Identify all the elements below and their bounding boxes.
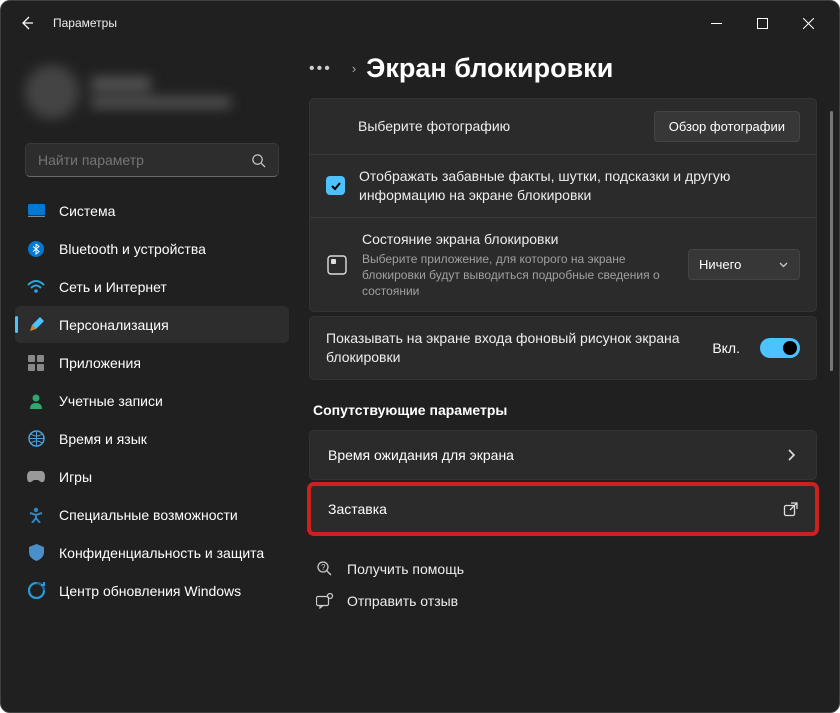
status-select[interactable]: Ничего [688,249,800,280]
sidebar-item-label: Время и язык [59,431,147,447]
sidebar-item-windows-update[interactable]: Центр обновления Windows [15,572,289,609]
funfacts-label: Отображать забавные факты, шутки, подска… [359,167,800,205]
help-icon: ? [315,560,335,577]
avatar [25,65,79,119]
maximize-icon [757,18,768,29]
scrollbar[interactable] [829,109,833,692]
svg-text:?: ? [321,563,326,572]
get-help-label: Получить помощь [347,561,464,577]
screensaver-label: Заставка [328,501,387,517]
status-sub: Выберите приложение, для которого на экр… [362,251,678,300]
related-section-title: Сопутствующие параметры [313,402,817,418]
sidebar-item-system[interactable]: Система [15,192,289,229]
feedback-icon [315,593,335,609]
time-language-icon [27,430,45,448]
accessibility-icon [27,506,45,524]
status-row: Состояние экрана блокировки Выберите при… [310,218,816,311]
system-icon [27,202,45,220]
sidebar-item-network[interactable]: Сеть и Интернет [15,268,289,305]
wifi-icon [27,278,45,296]
windows-update-icon [27,582,45,600]
signin-bg-label: Показывать на экране входа фоновый рисун… [326,329,712,367]
window-title: Параметры [53,16,117,30]
sidebar-item-accounts[interactable]: Учетные записи [15,382,289,419]
sidebar-item-time-language[interactable]: Время и язык [15,420,289,457]
sidebar-item-label: Персонализация [59,317,169,333]
signin-bg-row: Показывать на экране входа фоновый рисун… [310,317,816,379]
open-external-icon [783,502,798,517]
sidebar-item-label: Конфиденциальность и защита [59,545,264,561]
sidebar-item-apps[interactable]: Приложения [15,344,289,381]
browse-photo-button[interactable]: Обзор фотографии [654,111,800,142]
sidebar-item-label: Bluetooth и устройства [59,241,206,257]
nav: Система Bluetooth и устройства Сеть и Ин… [7,191,297,610]
search-icon [251,153,266,168]
check-icon [330,180,342,192]
settings-window: Параметры [0,0,840,713]
maximize-button[interactable] [739,7,785,39]
back-button[interactable] [9,5,45,41]
status-title: Состояние экрана блокировки [362,230,678,249]
sidebar-item-personalization[interactable]: Персонализация [15,306,289,343]
funfacts-row: Отображать забавные факты, шутки, подска… [310,155,816,218]
sidebar-item-label: Учетные записи [59,393,163,409]
sidebar-item-label: Центр обновления Windows [59,583,241,599]
chevron-right-icon [784,448,798,462]
screensaver-link[interactable]: Заставка [309,484,817,534]
window-controls [693,7,831,39]
content: Система Bluetooth и устройства Сеть и Ин… [1,45,839,712]
minimize-button[interactable] [693,7,739,39]
main: ••• › Экран блокировки Выберите фотограф… [303,45,839,712]
lockscreen-card: Выберите фотографию Обзор фотографии Ото… [309,98,817,312]
search-input[interactable] [38,152,251,168]
accounts-icon [27,392,45,410]
sidebar-item-label: Приложения [59,355,141,371]
give-feedback-link[interactable]: Отправить отзыв [309,585,817,617]
breadcrumb-ellipsis[interactable]: ••• [309,60,332,78]
gaming-icon [27,468,45,486]
screen-timeout-link[interactable]: Время ожидания для экрана [309,430,817,480]
arrow-left-icon [19,15,35,31]
minimize-icon [711,18,722,29]
titlebar: Параметры [1,1,839,45]
signin-bg-toggle[interactable] [760,338,800,358]
sidebar: Система Bluetooth и устройства Сеть и Ин… [1,45,303,712]
sidebar-item-label: Игры [59,469,92,485]
personalization-icon [27,316,45,334]
screen-timeout-label: Время ожидания для экрана [328,447,514,463]
privacy-icon [27,544,45,562]
close-icon [803,18,814,29]
sidebar-item-label: Сеть и Интернет [59,279,167,295]
sidebar-item-privacy[interactable]: Конфиденциальность и защита [15,534,289,571]
give-feedback-label: Отправить отзыв [347,593,458,609]
chevron-right-icon: › [352,61,356,76]
get-help-link[interactable]: ? Получить помощь [309,552,817,585]
scrollbar-thumb[interactable] [830,111,833,371]
choose-photo-label: Выберите фотографию [326,117,644,136]
sidebar-item-label: Система [59,203,115,219]
search-box[interactable] [25,143,279,177]
sidebar-item-label: Специальные возможности [59,507,238,523]
signin-bg-card: Показывать на экране входа фоновый рисун… [309,316,817,380]
footer-links: ? Получить помощь Отправить отзыв [309,552,817,617]
sidebar-item-bluetooth[interactable]: Bluetooth и устройства [15,230,289,267]
toggle-state-label: Вкл. [712,340,740,356]
funfacts-checkbox[interactable] [326,176,345,195]
breadcrumb: ••• › Экран блокировки [309,53,817,84]
apps-icon [27,354,45,372]
close-button[interactable] [785,7,831,39]
sidebar-item-gaming[interactable]: Игры [15,458,289,495]
status-icon [326,254,348,276]
sidebar-item-accessibility[interactable]: Специальные возможности [15,496,289,533]
chevron-down-icon [778,259,789,270]
user-block[interactable] [7,53,297,137]
page-title: Экран блокировки [366,53,613,84]
bluetooth-icon [27,240,45,258]
choose-photo-row: Выберите фотографию Обзор фотографии [310,99,816,155]
